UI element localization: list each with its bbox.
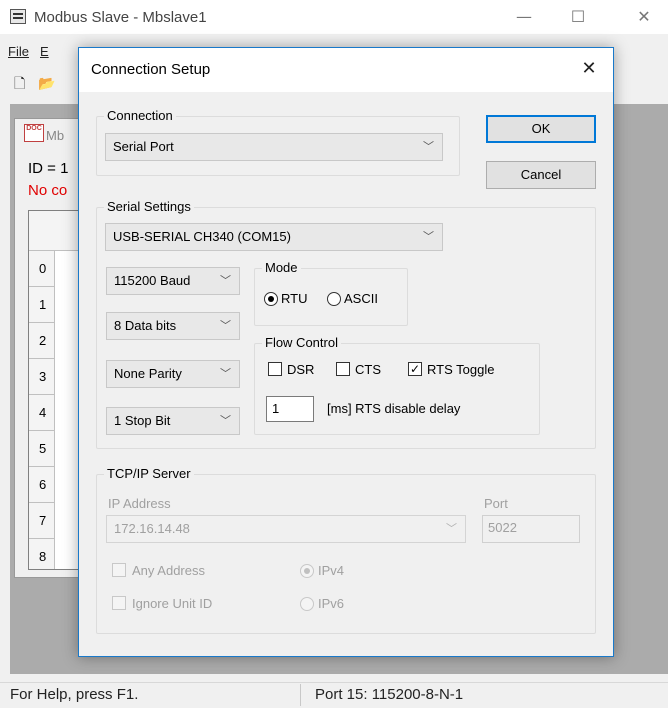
data-bits-value: 8 Data bits	[114, 318, 177, 333]
ipv4-radio[interactable]	[300, 564, 314, 578]
cts-checkbox[interactable]	[336, 362, 350, 376]
baud-rate-select[interactable]: 115200 Baud ﹀	[106, 267, 240, 295]
rts-toggle-label: RTS Toggle	[427, 362, 495, 377]
register-table: 0 1 2 3 4 5 6 7 8	[28, 210, 80, 570]
ignore-unit-id-label: Ignore Unit ID	[132, 596, 213, 611]
chevron-down-icon: ﹀	[423, 140, 434, 153]
ipv6-radio[interactable]	[300, 597, 314, 611]
table-row: 7	[29, 503, 55, 539]
status-help-text: For Help, press F1.	[10, 686, 139, 703]
baud-rate-value: 115200 Baud	[114, 273, 191, 288]
slave-id-text: ID = 1	[28, 160, 69, 177]
status-port-text: Port 15: 115200-8-N-1	[315, 686, 464, 703]
rtu-label: RTU	[281, 291, 308, 306]
chevron-down-icon: ﹀	[446, 522, 457, 535]
table-row: 8	[29, 539, 55, 569]
cts-label: CTS	[355, 362, 381, 377]
ipv4-label: IPv4	[318, 563, 345, 578]
mode-group-label: Mode	[262, 260, 301, 275]
table-row: 6	[29, 467, 55, 503]
any-address-checkbox[interactable]	[112, 563, 126, 577]
data-bits-select[interactable]: 8 Data bits ﹀	[106, 312, 240, 340]
chevron-down-icon: ﹀	[220, 319, 231, 332]
table-row: 0	[29, 251, 55, 287]
open-folder-icon[interactable]: 📂	[38, 76, 55, 92]
serial-port-value: USB-SERIAL CH340 (COM15)	[113, 229, 291, 244]
status-divider	[300, 684, 301, 706]
ok-button[interactable]: OK	[486, 115, 596, 143]
dsr-checkbox[interactable]	[268, 362, 282, 376]
table-header	[29, 211, 79, 251]
table-row: 2	[29, 323, 55, 359]
ignore-unit-id-checkbox[interactable]	[112, 596, 126, 610]
menu-file[interactable]: File	[8, 44, 29, 59]
cancel-button[interactable]: Cancel	[486, 161, 596, 189]
dialog-title: Connection Setup	[91, 61, 211, 78]
chevron-down-icon: ﹀	[220, 274, 231, 287]
chevron-down-icon: ﹀	[220, 414, 231, 427]
ip-address-label: IP Address	[108, 496, 171, 511]
close-icon[interactable]: ✕	[630, 6, 658, 28]
stop-bits-value: 1 Stop Bit	[114, 413, 171, 428]
table-row: 1	[29, 287, 55, 323]
minimize-icon[interactable]: —	[510, 6, 538, 28]
menu-edit[interactable]: E	[40, 44, 49, 59]
ascii-radio[interactable]	[327, 292, 341, 306]
new-document-icon[interactable]: 🗋	[14, 76, 30, 92]
flow-control-group-label: Flow Control	[262, 335, 341, 350]
chevron-down-icon: ﹀	[220, 367, 231, 380]
stop-bits-select[interactable]: 1 Stop Bit ﹀	[106, 407, 240, 435]
connection-status-text: No co	[28, 182, 68, 199]
port-input[interactable]: 5022	[482, 515, 580, 543]
tcp-ip-group-label: TCP/IP Server	[104, 466, 194, 481]
serial-port-select[interactable]: USB-SERIAL CH340 (COM15) ﹀	[105, 223, 443, 251]
serial-settings-group-label: Serial Settings	[104, 199, 194, 214]
document-icon: DOC	[24, 124, 44, 142]
any-address-label: Any Address	[132, 563, 205, 578]
child-window-title: Mb	[46, 128, 65, 143]
dialog-close-icon[interactable]: ✕	[574, 56, 604, 82]
connection-type-value: Serial Port	[113, 139, 174, 154]
chevron-down-icon: ﹀	[423, 230, 434, 243]
table-row: 4	[29, 395, 55, 431]
rts-delay-input[interactable]: 1	[266, 396, 314, 422]
table-row: 3	[29, 359, 55, 395]
parity-select[interactable]: None Parity ﹀	[106, 360, 240, 388]
rts-delay-label: [ms] RTS disable delay	[327, 401, 461, 416]
app-icon	[10, 9, 26, 24]
ip-address-select[interactable]: 172.16.14.48 ﹀	[106, 515, 466, 543]
table-row: 5	[29, 431, 55, 467]
rts-toggle-checkbox[interactable]: ✓	[408, 362, 422, 376]
parity-value: None Parity	[114, 366, 182, 381]
dsr-label: DSR	[287, 362, 315, 377]
connection-group-label: Connection	[104, 108, 176, 123]
ipv6-label: IPv6	[318, 596, 345, 611]
main-window-title: Modbus Slave - Mbslave1	[34, 9, 207, 26]
rtu-radio[interactable]	[264, 292, 278, 306]
ascii-label: ASCII	[344, 291, 378, 306]
connection-type-select[interactable]: Serial Port ﹀	[105, 133, 443, 161]
maximize-icon[interactable]: ☐	[564, 6, 592, 28]
ip-address-value: 172.16.14.48	[114, 521, 190, 536]
port-label: Port	[484, 496, 508, 511]
